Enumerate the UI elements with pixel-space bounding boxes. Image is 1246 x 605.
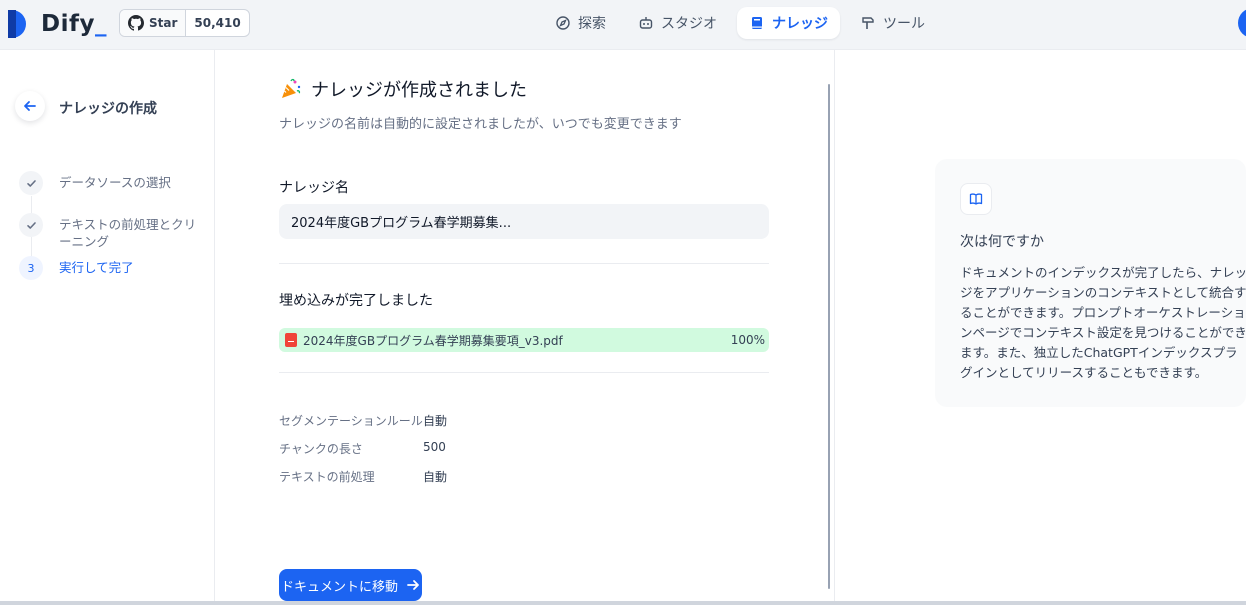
open-book-icon [960, 183, 992, 215]
nav-knowledge-label: ナレッジ [772, 16, 828, 32]
step-preprocess[interactable]: テキストの前処理とクリーニング [19, 213, 199, 250]
info-row-preprocess: テキストの前処理 自動 [279, 468, 447, 485]
knowledge-name-field[interactable]: 2024年度GBプログラム春学期募集... [279, 204, 769, 239]
step-execute: 3 実行して完了 [19, 256, 199, 280]
step-number: 3 [19, 256, 43, 280]
user-avatar[interactable] [1238, 8, 1246, 38]
info-key: セグメンテーションルール [279, 414, 423, 428]
arrow-right-icon [407, 580, 419, 590]
file-progress: 100% [730, 333, 765, 347]
robot-icon [639, 17, 653, 29]
info-key: チャンクの長さ [279, 442, 363, 456]
step-data-source[interactable]: データソースの選択 [19, 171, 199, 195]
info-row-chunk-length: チャンクの長さ 500 [279, 440, 446, 457]
nav-explore-label: 探索 [578, 16, 606, 32]
name-label: ナレッジ名 [279, 180, 349, 196]
check-icon [19, 213, 43, 237]
go-to-document-label: ドキュメントに移動 [280, 579, 398, 595]
sidebar-title: ナレッジの作成 [59, 101, 157, 117]
logo-mark-icon [8, 10, 34, 38]
nav-knowledge[interactable]: ナレッジ [737, 7, 840, 39]
nav-studio[interactable]: スタジオ [626, 7, 729, 39]
info-value: 自動 [423, 414, 448, 428]
step-label: データソースの選択 [59, 175, 171, 190]
step-label: 実行して完了 [59, 260, 134, 275]
nav-studio-label: スタジオ [661, 16, 717, 32]
party-popper-icon [282, 78, 301, 98]
step-label: テキストの前処理とクリーニング [59, 217, 197, 249]
page-title: ナレッジが作成されました [311, 80, 527, 101]
nav-explore[interactable]: 探索 [543, 7, 618, 39]
hammer-icon [862, 17, 874, 29]
info-key: テキストの前処理 [279, 470, 375, 484]
github-star-button[interactable]: Star 50,410 [119, 9, 250, 37]
github-icon [128, 15, 144, 31]
nav-tools-label: ツール [883, 16, 925, 32]
top-header: Dify_ Star 50,410 探索 スタジオ ナレッジ ツール [0, 0, 1246, 50]
embed-status-label: 埋め込みが完了しました [279, 293, 433, 309]
back-button[interactable] [15, 91, 45, 121]
info-value: 500 [423, 440, 446, 454]
next-title: 次は何ですか [960, 234, 1044, 250]
logo-text: Dify [41, 11, 95, 37]
steps-sidebar: ナレッジの作成 [0, 50, 215, 605]
main-nav: 探索 スタジオ ナレッジ ツール [543, 7, 937, 39]
page-subtitle: ナレッジの名前は自動的に設定されましたが、いつでも変更できます [279, 117, 682, 132]
info-value: 自動 [423, 470, 448, 484]
file-progress-row: 2024年度GBプログラム春学期募集要項_v3.pdf 100% [279, 328, 769, 352]
github-star-count: 50,410 [194, 16, 241, 30]
knowledge-name-value: 2024年度GBプログラム春学期募集... [291, 216, 512, 231]
info-row-segmentation: セグメンテーションルール 自動 [279, 412, 447, 429]
book-icon [752, 17, 762, 29]
compass-icon [556, 16, 570, 30]
divider [279, 372, 769, 373]
github-star-label: Star [149, 16, 178, 30]
window-bottom-edge [0, 601, 1246, 605]
dify-logo[interactable]: Dify_ [8, 8, 107, 40]
nav-tools[interactable]: ツール [848, 7, 937, 39]
arrow-left-icon [24, 101, 36, 111]
file-name: 2024年度GBプログラム春学期募集要項_v3.pdf [303, 333, 563, 348]
divider [279, 263, 769, 264]
pdf-file-icon [285, 333, 297, 347]
next-description: ドキュメントのインデックスが完了したら、ナレッジをアプリケーションのコンテキスト… [960, 265, 1246, 380]
title-row: ナレッジが作成されました [279, 76, 527, 102]
go-to-document-button[interactable]: ドキュメントに移動 [279, 569, 422, 601]
check-icon [19, 171, 43, 195]
main-scrollbar[interactable] [828, 84, 830, 589]
